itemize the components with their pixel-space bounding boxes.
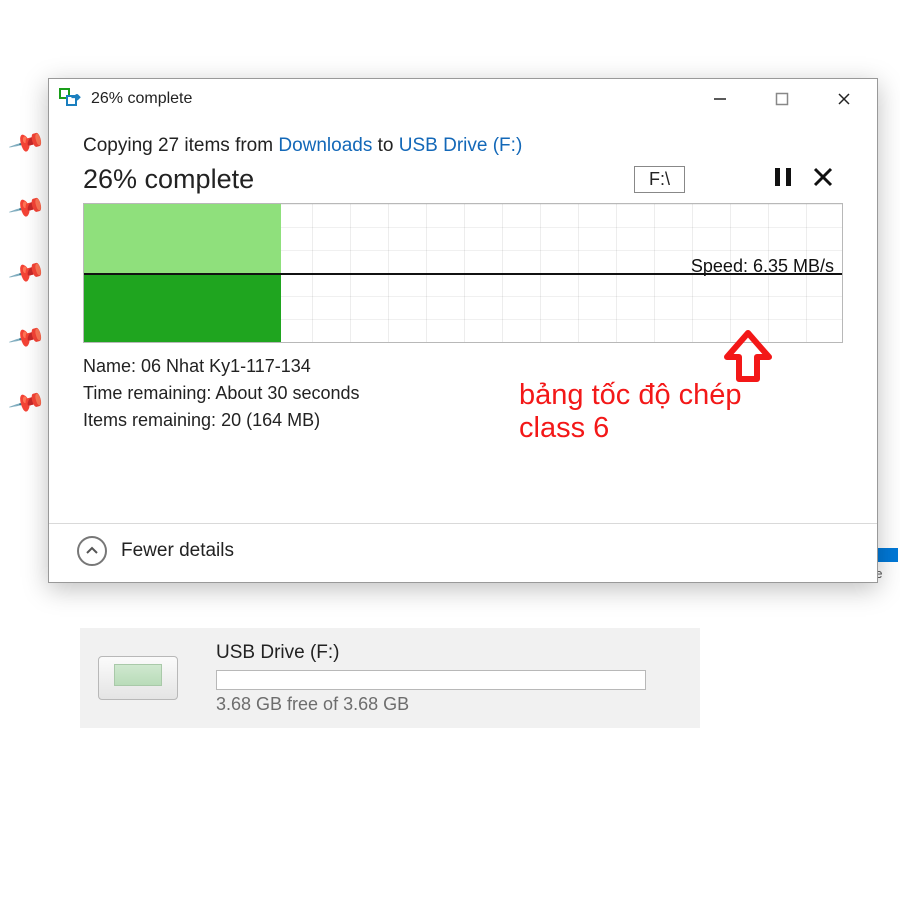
- time-remaining-label: Time remaining:: [83, 383, 215, 403]
- cancel-button[interactable]: [803, 163, 843, 195]
- annotation-line2: class 6: [519, 412, 742, 445]
- window-close-button[interactable]: [813, 79, 875, 119]
- user-annotation: bảng tốc độ chép class 6: [519, 379, 742, 445]
- fewer-details-label: Fewer details: [121, 540, 234, 562]
- window-title: 26% complete: [91, 90, 192, 108]
- destination-drive-box[interactable]: F:\: [634, 166, 685, 193]
- drive-name: USB Drive (F:): [216, 642, 686, 664]
- minimize-button[interactable]: [689, 79, 751, 119]
- drive-card[interactable]: USB Drive (F:) 3.68 GB free of 3.68 GB: [80, 628, 700, 728]
- source-link[interactable]: Downloads: [278, 135, 372, 156]
- dialog-divider: [49, 523, 877, 524]
- pin-icon: 📌: [7, 318, 46, 357]
- copy-mid: to: [372, 135, 398, 156]
- chevron-up-icon: [77, 536, 107, 566]
- pin-icon: 📌: [7, 253, 46, 292]
- fewer-details-toggle[interactable]: Fewer details: [77, 536, 234, 566]
- speed-chart: Speed: 6.35 MB/s: [83, 203, 843, 343]
- maximize-button[interactable]: [751, 79, 813, 119]
- titlebar[interactable]: ➔ 26% complete: [49, 79, 877, 119]
- copy-icon: ➔: [59, 88, 83, 110]
- copy-progress-dialog: ➔ 26% complete Copying 27 items from Dow…: [48, 78, 878, 583]
- name-value: 06 Nhat Ky1-117-134: [141, 356, 311, 376]
- quick-access-pins: 📌 📌 📌 📌 📌: [0, 110, 40, 453]
- items-remaining-label: Items remaining:: [83, 410, 221, 430]
- drive-free-space: 3.68 GB free of 3.68 GB: [216, 694, 686, 715]
- name-label: Name:: [83, 356, 141, 376]
- usb-drive-icon: [94, 646, 184, 710]
- chart-area-lower: [84, 273, 281, 342]
- annotation-line1: bảng tốc độ chép: [519, 379, 742, 412]
- pin-icon: 📌: [7, 383, 46, 422]
- items-remaining-value: 20 (164 MB): [221, 410, 320, 430]
- destination-link[interactable]: USB Drive (F:): [399, 135, 523, 156]
- copy-summary: Copying 27 items from Downloads to USB D…: [83, 135, 843, 157]
- time-remaining-value: About 30 seconds: [215, 383, 359, 403]
- chart-area-upper: [84, 204, 281, 273]
- drive-capacity-bar: [216, 670, 646, 690]
- pin-icon: 📌: [7, 123, 46, 162]
- speed-readout: Speed: 6.35 MB/s: [691, 256, 834, 277]
- pause-button[interactable]: [763, 164, 803, 195]
- copy-prefix: Copying 27 items from: [83, 135, 278, 156]
- annotation-arrow-icon: [719, 329, 777, 395]
- pin-icon: 📌: [7, 188, 46, 227]
- percent-complete: 26% complete: [83, 164, 634, 195]
